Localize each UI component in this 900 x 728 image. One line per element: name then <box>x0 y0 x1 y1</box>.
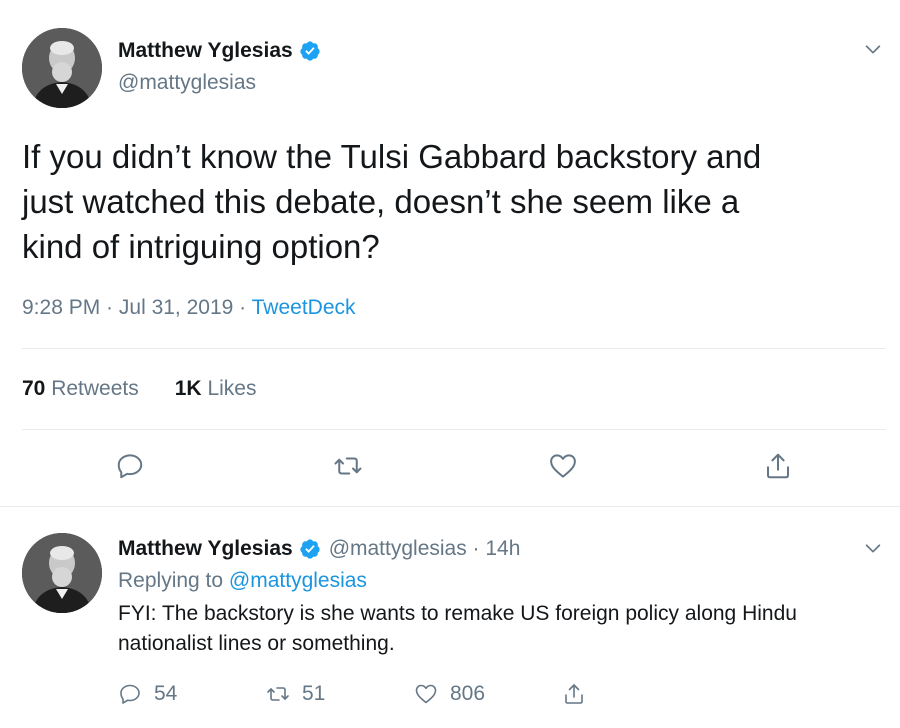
reply-icon <box>115 451 145 481</box>
tweet-meta: 9:28 PM · Jul 31, 2019 · TweetDeck <box>22 294 356 322</box>
main-tweet: Matthew Yglesias @mattyglesias If you di… <box>0 0 900 507</box>
replying-prefix: Replying to <box>118 569 229 592</box>
divider <box>22 348 886 349</box>
meta-separator: · <box>100 296 119 319</box>
like-button[interactable]: 806 <box>414 679 485 709</box>
reply-count: 54 <box>154 682 178 705</box>
retweets-count: 70 <box>22 377 46 400</box>
like-icon <box>414 682 438 706</box>
author-name-row[interactable]: Matthew Yglesias <box>118 38 321 64</box>
like-icon <box>548 451 578 481</box>
verified-badge-icon <box>299 538 321 560</box>
reply-button[interactable]: 54 <box>118 679 177 709</box>
like-count: 806 <box>450 682 486 705</box>
likes-stat[interactable]: 1K Likes <box>175 375 257 403</box>
retweets-stat[interactable]: 70 Retweets <box>22 375 139 403</box>
retweet-icon <box>266 682 290 706</box>
avatar[interactable] <box>22 28 102 108</box>
likes-label: Likes <box>207 377 257 400</box>
author-name[interactable]: Matthew Yglesias <box>118 535 293 563</box>
reply-icon <box>118 682 142 706</box>
replying-mention-link[interactable]: @mattyglesias <box>229 569 367 592</box>
like-button[interactable] <box>545 448 581 484</box>
share-icon <box>562 682 586 706</box>
tweet-text: If you didn’t know the Tulsi Gabbard bac… <box>22 138 762 265</box>
meta-separator: · <box>233 296 252 319</box>
chevron-down-icon[interactable] <box>862 537 884 559</box>
likes-count: 1K <box>174 377 202 400</box>
reply-button[interactable] <box>112 448 148 484</box>
avatar[interactable] <box>22 533 102 613</box>
chevron-down-icon[interactable] <box>862 38 884 60</box>
tweet-date[interactable]: Jul 31, 2019 <box>119 296 233 319</box>
retweet-button[interactable] <box>330 448 366 484</box>
share-icon <box>763 451 793 481</box>
reply-header: Matthew Yglesias @mattyglesias · 14h <box>118 535 520 563</box>
reply-tweet[interactable]: Matthew Yglesias @mattyglesias · 14h Rep… <box>0 508 900 728</box>
verified-badge-icon <box>299 40 321 62</box>
retweet-icon <box>333 451 363 481</box>
tweet-time[interactable]: 9:28 PM <box>22 296 100 319</box>
author-name[interactable]: Matthew Yglesias <box>118 38 293 64</box>
retweets-label: Retweets <box>51 377 139 400</box>
retweet-count: 51 <box>302 682 326 705</box>
tweet-source-link[interactable]: TweetDeck <box>252 296 356 319</box>
divider <box>22 429 886 430</box>
share-button[interactable] <box>562 679 586 709</box>
reply-text: FYI: The backstory is she wants to remak… <box>118 602 797 655</box>
replying-to: Replying to @mattyglesias <box>118 567 367 595</box>
author-handle[interactable]: @mattyglesias <box>118 70 256 96</box>
author-handle-time[interactable]: @mattyglesias · 14h <box>329 535 521 563</box>
retweet-button[interactable]: 51 <box>266 679 325 709</box>
share-button[interactable] <box>760 448 796 484</box>
tweet-stats: 70 Retweets 1K Likes <box>22 375 256 403</box>
